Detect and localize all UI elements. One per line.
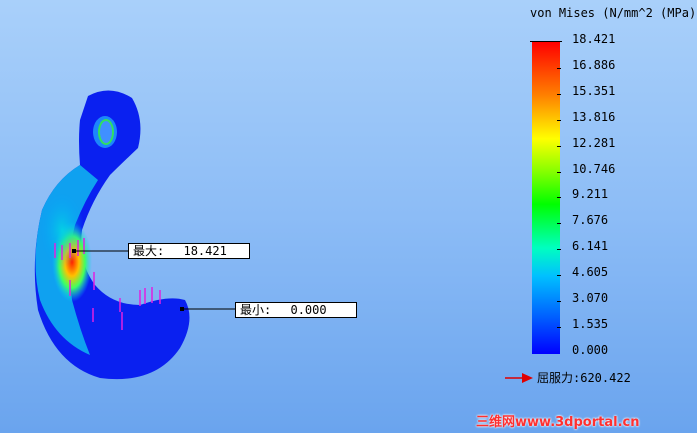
legend-tick <box>557 275 561 277</box>
min-label: 最小: <box>240 303 272 317</box>
yield-label: 屈服力: <box>537 371 581 385</box>
color-scale-bar <box>532 42 560 354</box>
legend-value: 15.351 <box>572 83 616 98</box>
legend-value: 12.281 <box>572 135 616 150</box>
watermark: 三维网www.3dportal.cn <box>476 415 640 430</box>
legend-value: 6.141 <box>572 239 609 254</box>
max-value: 18.421 <box>183 244 227 258</box>
legend-value: 7.676 <box>572 213 609 228</box>
legend-tick <box>557 249 561 251</box>
yield-value: 620.422 <box>580 371 631 385</box>
legend-value: 3.070 <box>572 291 609 305</box>
arrow-right-icon <box>505 372 533 383</box>
legend-tick <box>557 93 561 95</box>
legend-value: 10.746 <box>572 161 616 176</box>
legend-value: 4.605 <box>572 265 609 280</box>
legend-title: von Mises (N/mm^2 (MPa)) <box>530 6 697 20</box>
max-stress-callout: 最大: 18.421 <box>128 243 250 259</box>
min-value: 0.000 <box>290 303 327 317</box>
hook-model <box>34 90 190 380</box>
legend-tick <box>557 326 561 328</box>
legend-tick <box>557 197 561 199</box>
min-stress-callout: 最小: 0.000 <box>235 302 357 318</box>
legend-tick <box>557 301 561 302</box>
legend-value: 0.000 <box>572 342 609 357</box>
legend-tick <box>557 67 561 69</box>
legend-value: 1.535 <box>572 316 609 331</box>
legend-tick <box>557 119 561 121</box>
legend-value: 16.886 <box>572 57 616 72</box>
max-label: 最大: <box>133 244 165 258</box>
legend-value: 9.211 <box>572 187 609 202</box>
legend-value: 13.816 <box>572 109 616 124</box>
legend-tick <box>557 145 561 147</box>
yield-strength: 屈服力:620.422 <box>505 369 631 386</box>
legend-value: 18.421 <box>572 32 616 46</box>
legend-tick <box>557 171 561 173</box>
legend-tick <box>557 223 561 225</box>
